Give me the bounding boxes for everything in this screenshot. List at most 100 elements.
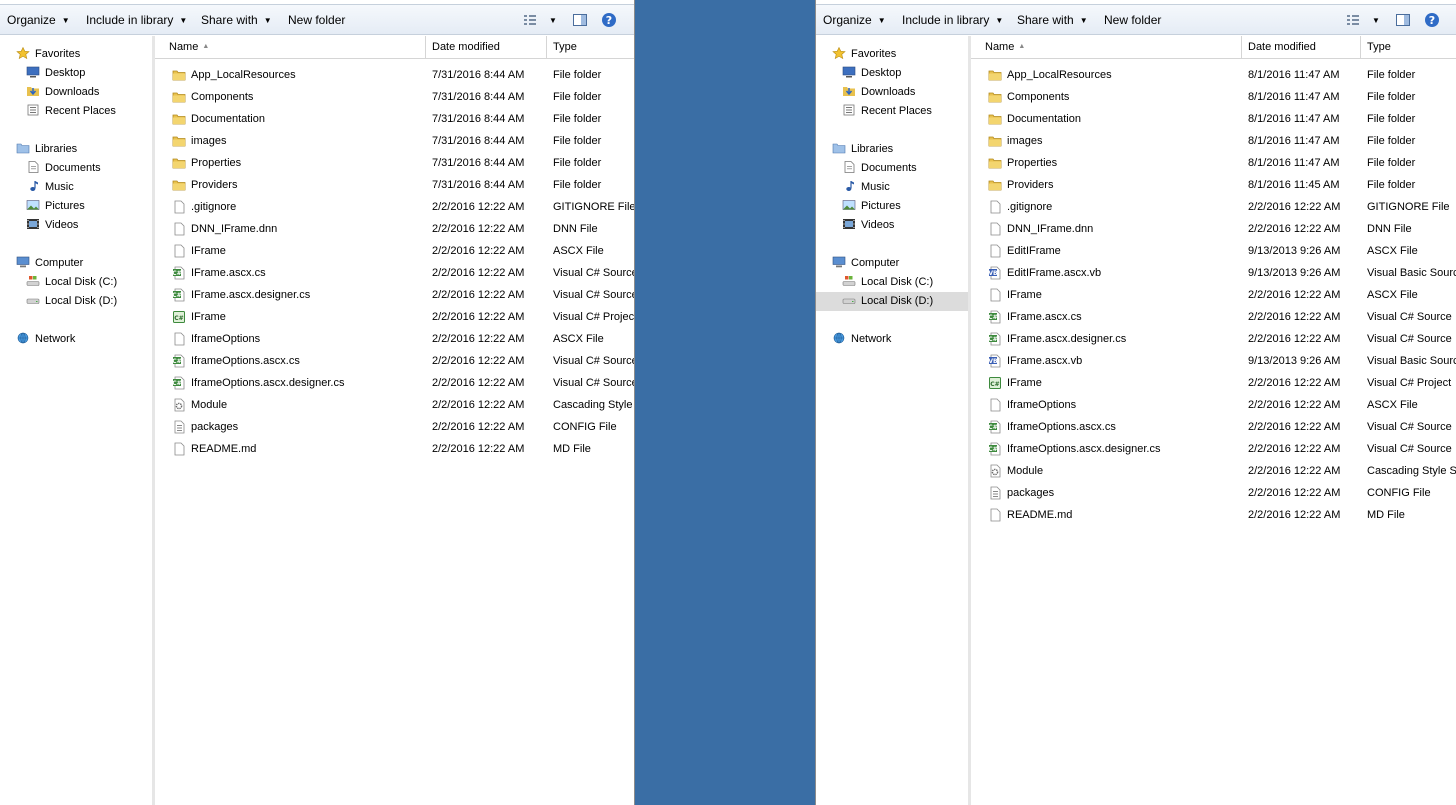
file-row[interactable]: images 8/1/2016 11:47 AM File folder bbox=[971, 130, 1456, 152]
project-file-icon: C# bbox=[172, 310, 186, 324]
nav-item-local-d[interactable]: Local Disk (D:) bbox=[816, 292, 968, 311]
share-with-button[interactable]: Share with ▼ bbox=[201, 12, 272, 28]
file-row[interactable]: App_LocalResources 7/31/2016 8:44 AM File … bbox=[155, 64, 634, 86]
file-name: Providers bbox=[191, 179, 238, 191]
nav-item-network[interactable]: Network bbox=[16, 330, 75, 349]
file-row[interactable]: .gitignore 2/2/2016 12:22 AM GITIGNORE Fil… bbox=[155, 196, 634, 218]
view-menu-chevron-icon[interactable]: ▼ bbox=[1372, 12, 1380, 28]
nav-item-videos[interactable]: Videos bbox=[842, 216, 894, 235]
file-row[interactable]: Documentation 7/31/2016 8:44 AM File folde… bbox=[155, 108, 634, 130]
nav-item-downloads[interactable]: Downloads bbox=[842, 83, 915, 102]
file-row[interactable]: Module 2/2/2016 12:22 AM Cascading Style S bbox=[971, 460, 1456, 482]
nav-item-desktop[interactable]: Desktop bbox=[26, 64, 85, 83]
nav-item-network[interactable]: Network bbox=[832, 330, 891, 349]
column-header-type[interactable]: Type bbox=[1361, 36, 1456, 58]
file-row[interactable]: DNN_IFrame.dnn 2/2/2016 12:22 AM DNN File bbox=[155, 218, 634, 240]
file-row[interactable]: Properties 8/1/2016 11:47 AM File folder bbox=[971, 152, 1456, 174]
file-row[interactable]: .gitignore 2/2/2016 12:22 AM GITIGNORE Fil… bbox=[971, 196, 1456, 218]
file-row[interactable]: Documentation 8/1/2016 11:47 AM File folde… bbox=[971, 108, 1456, 130]
include-in-library-button[interactable]: Include in library ▼ bbox=[902, 12, 1003, 28]
nav-item-favorites[interactable]: Favorites bbox=[16, 45, 80, 64]
nav-item-pictures[interactable]: Pictures bbox=[26, 197, 85, 216]
view-options-icon[interactable] bbox=[1345, 12, 1361, 28]
nav-item-label: Network bbox=[851, 333, 892, 345]
file-type: ASCX File bbox=[553, 245, 604, 257]
nav-item-computer[interactable]: Computer bbox=[832, 254, 899, 273]
nav-item-pictures[interactable]: Pictures bbox=[842, 197, 901, 216]
new-folder-button[interactable]: New folder bbox=[288, 12, 345, 28]
nav-item-libraries[interactable]: Libraries bbox=[832, 140, 893, 159]
file-row[interactable]: IFrame 2/2/2016 12:22 AM ASCX File bbox=[971, 284, 1456, 306]
pictures-icon bbox=[842, 200, 856, 210]
include-in-library-button[interactable]: Include in library ▼ bbox=[86, 12, 187, 28]
file-row[interactable]: DNN_IFrame.dnn 2/2/2016 12:22 AM DNN File bbox=[971, 218, 1456, 240]
file-row[interactable]: IFrame 2/2/2016 12:22 AM ASCX File bbox=[155, 240, 634, 262]
file-row[interactable]: packages 2/2/2016 12:22 AM CONFIG File bbox=[155, 416, 634, 438]
nav-item-label: Favorites bbox=[851, 48, 897, 60]
file-row[interactable]: images 7/31/2016 8:44 AM File folder bbox=[155, 130, 634, 152]
new-folder-button[interactable]: New folder bbox=[1104, 12, 1161, 28]
nav-item-music[interactable]: Music bbox=[26, 178, 74, 197]
nav-item-favorites[interactable]: Favorites bbox=[832, 45, 896, 64]
file-row[interactable]: Properties 7/31/2016 8:44 AM File folder bbox=[155, 152, 634, 174]
file-row[interactable]: App_LocalResources 8/1/2016 11:47 AM File … bbox=[971, 64, 1456, 86]
file-row[interactable]: C# IFrame.ascx.cs 2/2/2016 12:22 AM Visual … bbox=[971, 306, 1456, 328]
file-row[interactable]: packages 2/2/2016 12:22 AM CONFIG File bbox=[971, 482, 1456, 504]
file-row[interactable]: C# IframeOptions.ascx.designer.cs 2/2/2016… bbox=[155, 372, 634, 394]
nav-item-local-c[interactable]: Local Disk (C:) bbox=[842, 273, 933, 292]
file-row[interactable]: C# IFrame 2/2/2016 12:22 AM Visual C# Proje… bbox=[971, 372, 1456, 394]
file-row[interactable]: VB EditIFrame.ascx.vb 9/13/2013 9:26 AM Vis… bbox=[971, 262, 1456, 284]
nav-item-videos[interactable]: Videos bbox=[26, 216, 78, 235]
file-row[interactable]: README.md 2/2/2016 12:22 AM MD File bbox=[971, 504, 1456, 526]
organize-button[interactable]: Organize ▼ bbox=[7, 12, 70, 28]
file-type: Visual C# Project bbox=[1367, 377, 1452, 389]
nav-item-local-c[interactable]: Local Disk (C:) bbox=[26, 273, 117, 292]
view-menu-chevron-icon[interactable]: ▼ bbox=[549, 12, 557, 28]
file-row[interactable]: C# IframeOptions.ascx.designer.cs 2/2/2016… bbox=[971, 438, 1456, 460]
column-header-type[interactable]: Type bbox=[547, 36, 634, 58]
help-icon[interactable]: ? bbox=[601, 12, 617, 28]
column-header-name[interactable]: Name ▲ bbox=[163, 36, 426, 58]
organize-button[interactable]: Organize ▼ bbox=[823, 12, 886, 28]
nav-item-documents[interactable]: Documents bbox=[26, 159, 101, 178]
nav-item-libraries[interactable]: Libraries bbox=[16, 140, 77, 159]
nav-item-documents[interactable]: Documents bbox=[842, 159, 917, 178]
nav-item-local-d[interactable]: Local Disk (D:) bbox=[26, 292, 117, 311]
file-row[interactable]: C# IframeOptions.ascx.cs 2/2/2016 12:22 AM… bbox=[971, 416, 1456, 438]
file-type: CONFIG File bbox=[1367, 487, 1431, 499]
file-row[interactable]: IframeOptions 2/2/2016 12:22 AM ASCX File bbox=[155, 328, 634, 350]
file-row[interactable]: C# IFrame.ascx.designer.cs 2/2/2016 12:22 … bbox=[155, 284, 634, 306]
file-row[interactable]: README.md 2/2/2016 12:22 AM MD File bbox=[155, 438, 634, 460]
nav-item-music[interactable]: Music bbox=[842, 178, 890, 197]
file-type: Visual C# Source bbox=[1367, 333, 1452, 345]
nav-item-computer[interactable]: Computer bbox=[16, 254, 83, 273]
nav-item-recent-places[interactable]: Recent Places bbox=[842, 102, 932, 121]
share-with-button[interactable]: Share with ▼ bbox=[1017, 12, 1088, 28]
column-header-date-modified[interactable]: Date modified bbox=[426, 36, 547, 58]
view-options-icon[interactable] bbox=[522, 12, 538, 28]
file-row[interactable]: Components 7/31/2016 8:44 AM File folder bbox=[155, 86, 634, 108]
file-date-modified: 7/31/2016 8:44 AM bbox=[432, 135, 525, 147]
nav-item-downloads[interactable]: Downloads bbox=[26, 83, 99, 102]
help-icon[interactable]: ? bbox=[1424, 12, 1440, 28]
nav-item-recent-places[interactable]: Recent Places bbox=[26, 102, 116, 121]
folder-icon bbox=[988, 112, 1002, 126]
file-row[interactable]: C# IFrame.ascx.cs 2/2/2016 12:22 AM Visual … bbox=[155, 262, 634, 284]
file-row[interactable]: Components 8/1/2016 11:47 AM File folder bbox=[971, 86, 1456, 108]
file-row[interactable]: VB IFrame.ascx.vb 9/13/2013 9:26 AM Visual … bbox=[971, 350, 1456, 372]
file-row[interactable]: C# IframeOptions.ascx.cs 2/2/2016 12:22 AM… bbox=[155, 350, 634, 372]
file-row[interactable]: EditIFrame 9/13/2013 9:26 AM ASCX File bbox=[971, 240, 1456, 262]
nav-item-desktop[interactable]: Desktop bbox=[842, 64, 901, 83]
column-header-name[interactable]: Name ▲ bbox=[979, 36, 1242, 58]
file-row[interactable]: C# IFrame 2/2/2016 12:22 AM Visual C# Proje… bbox=[155, 306, 634, 328]
file-row[interactable]: Providers 7/31/2016 8:44 AM File folder bbox=[155, 174, 634, 196]
file-date-modified: 2/2/2016 12:22 AM bbox=[1248, 333, 1341, 345]
file-row[interactable]: C# IFrame.ascx.designer.cs 2/2/2016 12:22 … bbox=[971, 328, 1456, 350]
preview-pane-icon[interactable] bbox=[1395, 12, 1411, 28]
file-name: DNN_IFrame.dnn bbox=[191, 223, 278, 235]
preview-pane-icon[interactable] bbox=[572, 12, 588, 28]
file-row[interactable]: IframeOptions 2/2/2016 12:22 AM ASCX File bbox=[971, 394, 1456, 416]
file-row[interactable]: Providers 8/1/2016 11:45 AM File folder bbox=[971, 174, 1456, 196]
column-header-date-modified[interactable]: Date modified bbox=[1242, 36, 1361, 58]
file-row[interactable]: Module 2/2/2016 12:22 AM Cascading Style S bbox=[155, 394, 634, 416]
